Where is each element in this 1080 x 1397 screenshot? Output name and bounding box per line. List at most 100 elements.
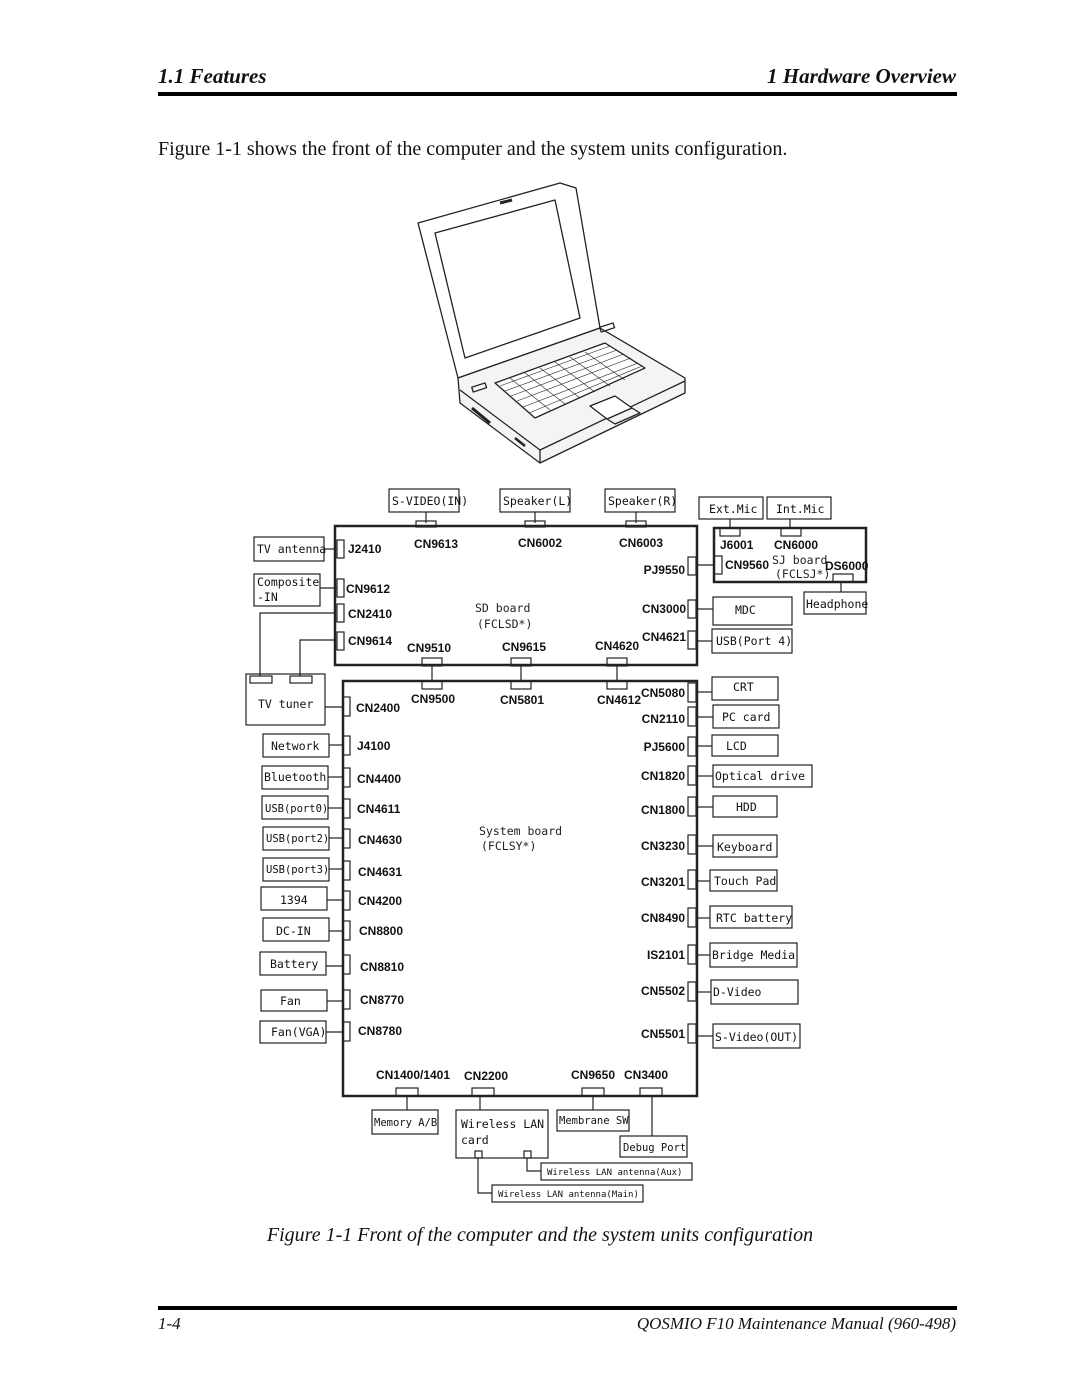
system-right-connectors [687, 682, 697, 1044]
memory-label: Memory A/B [374, 1117, 437, 1129]
connector-label: CN6000 [774, 538, 818, 552]
s-video-in-label: S-VIDEO(IN) [392, 494, 468, 508]
usb-port4-label: USB(Port 4) [716, 634, 792, 648]
connector-label: CN9500 [411, 692, 455, 706]
wlan-card-label: Wireless LAN [461, 1117, 544, 1131]
headphone-label: Headphone [806, 597, 868, 611]
lcd-label: LCD [726, 739, 747, 753]
system-units-diagram: S-VIDEO(IN) Speaker(L) Speaker(R) TV ant… [245, 488, 869, 1203]
tv-tuner-label: TV tuner [258, 697, 313, 711]
laptop-illustration [417, 182, 686, 464]
connector-label: CN4612 [597, 693, 641, 707]
connector-label: CN9560 [725, 558, 769, 572]
connector-label: CN4631 [358, 865, 402, 879]
connector-label: CN4611 [357, 802, 401, 816]
connector-label: DS6000 [825, 559, 869, 573]
connector-label: CN8800 [359, 924, 403, 938]
connector-label: CN4400 [357, 772, 401, 786]
connector-label: CN6002 [518, 536, 562, 550]
connector-label: CN4620 [595, 639, 639, 653]
figure-caption: Figure 1-1 Front of the computer and the… [266, 1224, 814, 1246]
debug-port-label: Debug Port [623, 1142, 686, 1154]
connector-label: J6001 [720, 538, 754, 552]
connector-label: CN5501 [641, 1027, 685, 1041]
section-title: 1.1 Features [158, 64, 267, 88]
connector-label: CN9613 [414, 537, 458, 551]
page-header: 1.1 Features 1 Hardware Overview [158, 62, 956, 92]
connector-label: CN2200 [464, 1069, 508, 1083]
connector-label: CN3201 [641, 875, 685, 889]
fan-vga-label: Fan(VGA) [271, 1025, 326, 1039]
wlan-antenna-aux-label: Wireless LAN antenna(Aux) [547, 1168, 682, 1178]
ext-mic-label: Ext.Mic [709, 502, 757, 516]
speaker-l-label: Speaker(L) [503, 494, 572, 508]
connector-label: J2410 [348, 542, 382, 556]
connector-label: CN8490 [641, 911, 685, 925]
sd-board-label: SD board [475, 601, 530, 615]
page-number: 1-4 [158, 1314, 181, 1333]
connector-label: CN2410 [348, 607, 392, 621]
sj-board-code: (FCLSJ*) [775, 567, 830, 581]
connector-label: CN4630 [358, 833, 402, 847]
connector-label: CN3400 [624, 1068, 668, 1082]
intro-paragraph: Figure 1-1 shows the front of the comput… [158, 138, 788, 160]
ieee1394-label: 1394 [280, 893, 308, 907]
bluetooth-label: Bluetooth [264, 770, 326, 784]
connector-label: CN5080 [641, 686, 685, 700]
speaker-r-label: Speaker(R) [608, 494, 677, 508]
connector-label: PJ9550 [644, 563, 686, 577]
sj-board-label: SJ board [772, 553, 827, 567]
connector-label: CN9510 [407, 641, 451, 655]
connector-label: J4100 [357, 739, 391, 753]
optical-drive-label: Optical drive [715, 769, 805, 783]
touch-pad-label: Touch Pad [714, 874, 776, 888]
composite-in-label-2: -IN [257, 590, 278, 604]
connector-label: CN8770 [360, 993, 404, 1007]
footer-rule [158, 1306, 957, 1310]
connector-label: CN2400 [356, 701, 400, 715]
d-video-label: D-Video [713, 985, 762, 999]
crt-label: CRT [733, 680, 754, 694]
connector-label: CN9615 [502, 640, 546, 654]
connector-label: CN3000 [642, 602, 686, 616]
keyboard-label: Keyboard [717, 840, 772, 854]
bridge-media-label: Bridge Media [712, 948, 795, 962]
wlan-card-label-2: card [461, 1133, 489, 1147]
connector-label: CN8780 [358, 1024, 402, 1038]
sd-board-code: (FCLSD*) [477, 617, 532, 631]
manual-title: QOSMIO F10 Maintenance Manual (960-498) [636, 1314, 956, 1333]
connector-label: CN9614 [348, 634, 392, 648]
usb-port0-label: USB(port0) [265, 803, 328, 815]
fan-label: Fan [280, 994, 301, 1008]
connector-label: CN4621 [642, 630, 686, 644]
composite-in-label: Composite [257, 575, 319, 589]
connector-label: CN8810 [360, 960, 404, 974]
hdd-label: HDD [736, 800, 757, 814]
mdc-label: MDC [735, 603, 756, 617]
dc-in-label: DC-IN [276, 924, 311, 938]
system-board-code: (FCLSY*) [481, 839, 536, 853]
connector-label: CN4200 [358, 894, 402, 908]
usb-port3-label: USB(port3) [266, 864, 329, 876]
pc-card-label: PC card [722, 710, 770, 724]
int-mic-label: Int.Mic [776, 502, 824, 516]
chapter-title: 1 Hardware Overview [767, 64, 956, 88]
connector-label: CN1820 [641, 769, 685, 783]
membrane-sw-label: Membrane SW [559, 1115, 629, 1127]
header-rule [158, 92, 957, 96]
connector-label: CN2110 [642, 712, 686, 726]
system-board-label: System board [479, 824, 562, 838]
connector-label: CN3230 [641, 839, 685, 853]
connector-label: IS2101 [647, 948, 685, 962]
network-label: Network [271, 739, 320, 753]
s-video-out-label: S-Video(OUT) [715, 1030, 798, 1044]
connector-label: PJ5600 [644, 740, 686, 754]
tv-antenna-label: TV antenna [257, 542, 326, 556]
wlan-antenna-main-label: Wireless LAN antenna(Main) [498, 1190, 639, 1200]
connector-label: CN9650 [571, 1068, 615, 1082]
battery-label: Battery [270, 957, 319, 971]
connector-label: CN1400/1401 [376, 1068, 450, 1082]
connector-label: CN5502 [641, 984, 685, 998]
connector-label: CN1800 [641, 803, 685, 817]
connector-label: CN5801 [500, 693, 544, 707]
